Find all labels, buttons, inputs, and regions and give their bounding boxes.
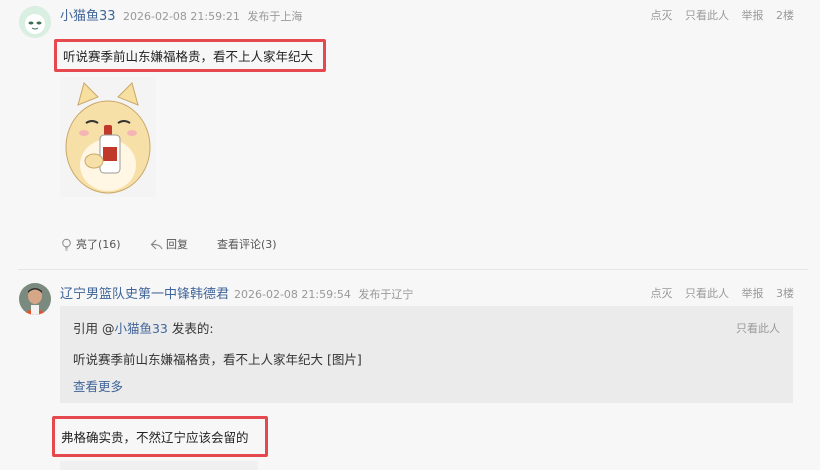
post-location: 发布于上海 xyxy=(247,10,303,23)
sticker-image-partial[interactable] xyxy=(60,461,258,470)
reply-icon xyxy=(150,239,163,249)
reply-button[interactable]: 回复 xyxy=(150,236,188,252)
quote-suffix: 发表的: xyxy=(167,321,214,336)
post-username[interactable]: 小猫鱼33 xyxy=(60,5,116,24)
dislike-button[interactable]: 点灭 xyxy=(651,9,673,22)
post-timestamp: 2026-02-08 21:59:21 xyxy=(123,10,240,23)
floor-number: 3楼 xyxy=(776,287,794,300)
dislike-button[interactable]: 点灭 xyxy=(651,287,673,300)
quote-header: 引用 @小猫鱼33 发表的: xyxy=(73,318,214,337)
only-this-user-button[interactable]: 只看此人 xyxy=(685,9,729,22)
quote-user-link[interactable]: 小猫鱼33 xyxy=(114,321,167,336)
reply-label: 回复 xyxy=(166,238,188,251)
report-button[interactable]: 举报 xyxy=(742,9,764,22)
view-comments-label: 查看评论(3) xyxy=(217,238,277,251)
quote-block: 引用 @小猫鱼33 发表的: 只看此人 听说赛季前山东嫌福格贵，看不上人家年纪大… xyxy=(60,306,793,403)
floor-number: 2楼 xyxy=(776,9,794,22)
report-button[interactable]: 举报 xyxy=(742,287,764,300)
post-meta: 2026-02-08 21:59:54 发布于辽宁 xyxy=(234,286,413,302)
post-content-text: 弗格确实贵，不然辽宁应该会留的 xyxy=(61,430,249,445)
sticker-image[interactable] xyxy=(60,77,156,197)
view-comments-button[interactable]: 查看评论(3) xyxy=(217,236,277,252)
quote-prefix: 引用 @ xyxy=(73,321,115,336)
post-divider xyxy=(18,269,808,270)
post-timestamp: 2026-02-08 21:59:54 xyxy=(234,288,351,301)
quote-only-this-user-button[interactable]: 只看此人 xyxy=(736,320,780,336)
quote-text: 听说赛季前山东嫌福格贵，看不上人家年纪大 [图片] xyxy=(73,352,362,367)
post-content: 弗格确实贵，不然辽宁应该会留的 xyxy=(52,416,268,457)
only-this-user-button[interactable]: 只看此人 xyxy=(685,287,729,300)
quote-view-more-link[interactable]: 查看更多 xyxy=(73,376,123,395)
post-actions: 点灭 只看此人 举报 3楼 xyxy=(642,285,795,301)
post-location: 发布于辽宁 xyxy=(358,288,414,301)
like-button[interactable]: 亮了(16) xyxy=(60,236,121,252)
like-count-label: 亮了(16) xyxy=(76,238,121,251)
post-actions: 点灭 只看此人 举报 2楼 xyxy=(642,7,795,23)
avatar[interactable] xyxy=(19,6,51,38)
post-content: 听说赛季前山东嫌福格贵，看不上人家年纪大 xyxy=(54,39,326,72)
post-username[interactable]: 辽宁男篮队史第一中锋韩德君 xyxy=(60,283,229,302)
lightbulb-icon xyxy=(62,238,71,250)
post-meta: 2026-02-08 21:59:21 发布于上海 xyxy=(123,8,302,24)
post-content-text: 听说赛季前山东嫌福格贵，看不上人家年纪大 xyxy=(63,49,314,64)
avatar[interactable] xyxy=(19,283,51,315)
